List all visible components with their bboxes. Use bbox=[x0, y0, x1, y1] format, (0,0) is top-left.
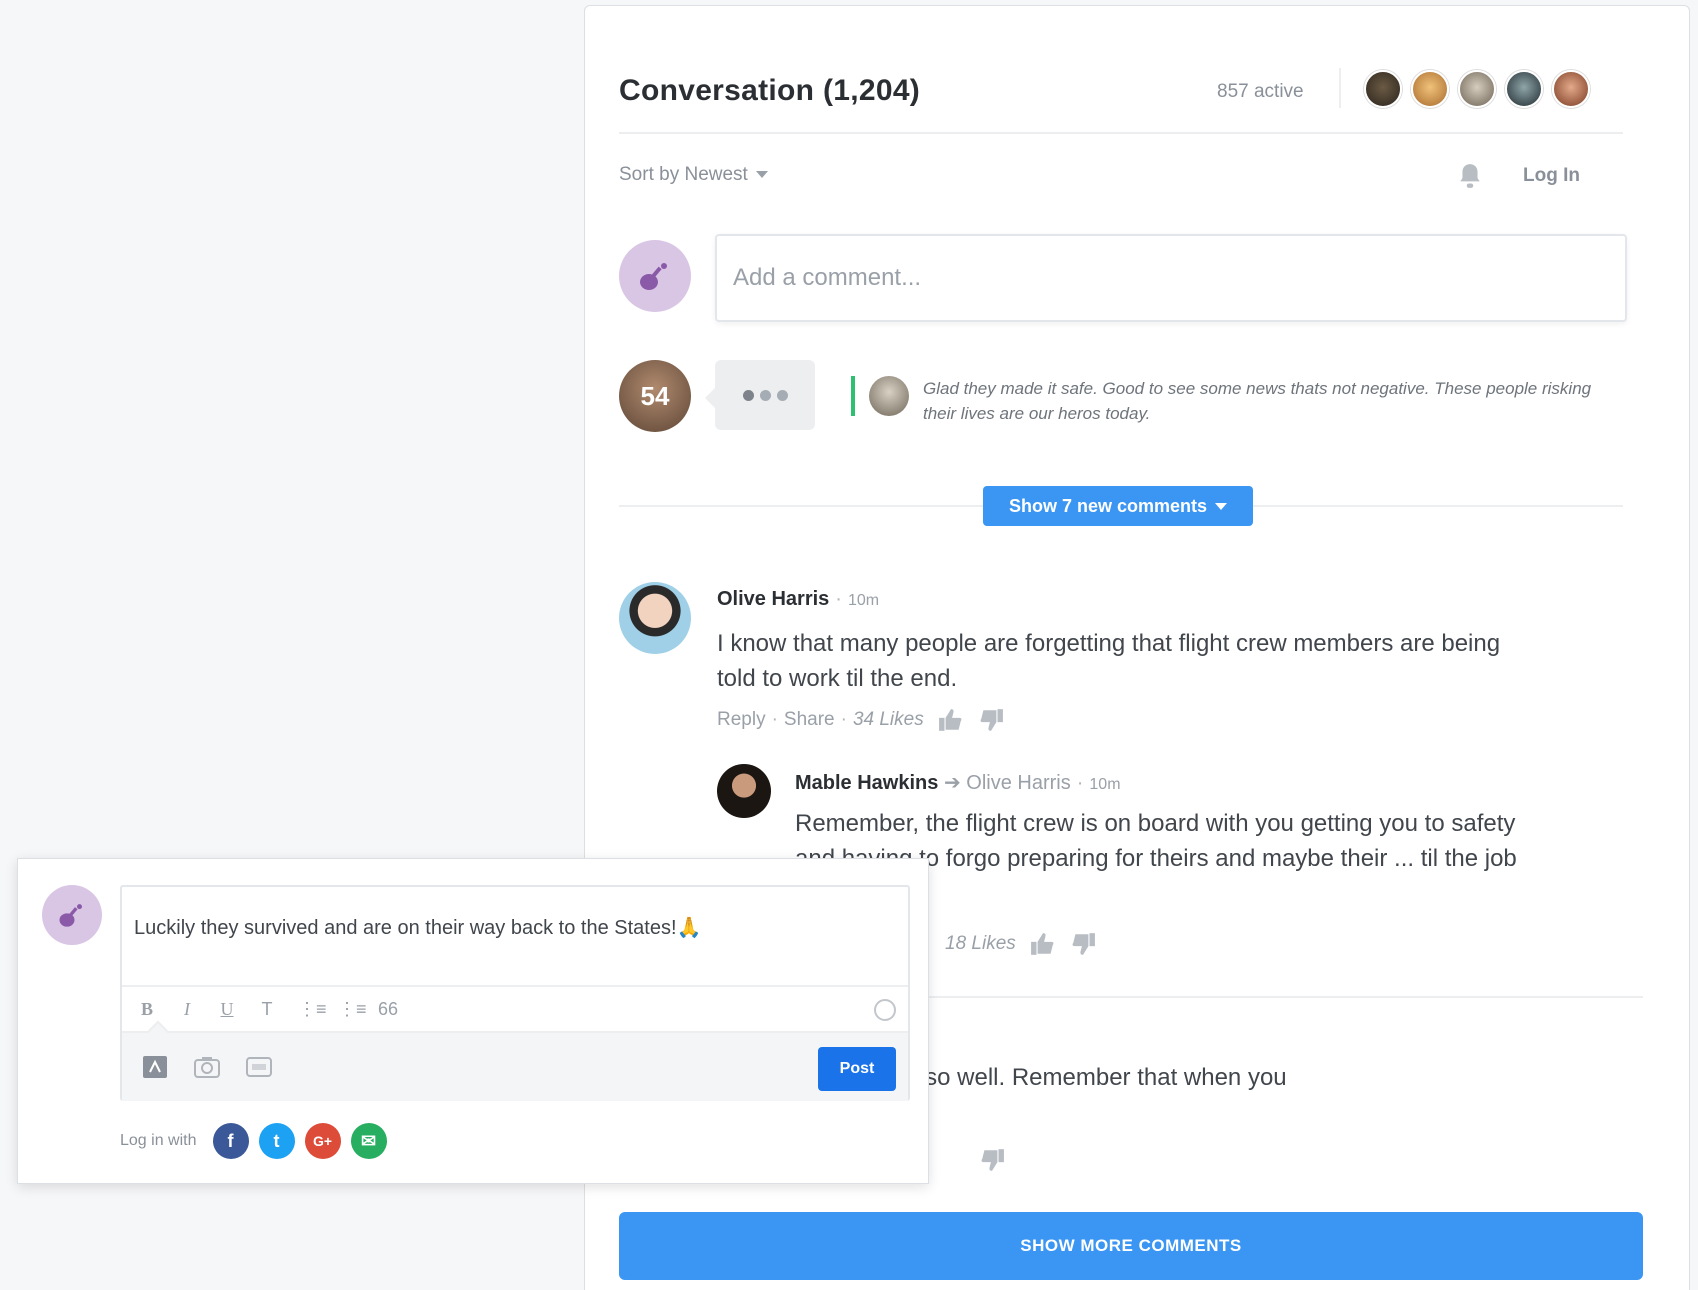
comment-header: Mable Hawkins ➔ Olive Harris · 10m bbox=[795, 770, 1121, 795]
live-preview-bar bbox=[851, 376, 855, 416]
reply-editor: Luckily they survived and are on their w… bbox=[120, 885, 910, 1101]
likes-count: 34 Likes bbox=[852, 709, 924, 730]
separator: · bbox=[835, 588, 842, 610]
avatar[interactable] bbox=[1552, 70, 1590, 108]
typing-dot bbox=[776, 389, 788, 401]
sort-row: Sort by Newest Log In bbox=[619, 156, 1623, 196]
emoji-icon[interactable] bbox=[874, 999, 896, 1021]
twitter-icon[interactable]: t bbox=[258, 1123, 295, 1159]
typing-dot bbox=[759, 389, 771, 401]
separator: · bbox=[840, 709, 847, 730]
quote-button[interactable]: 66 bbox=[378, 999, 398, 1020]
share-link[interactable]: Share bbox=[784, 709, 835, 731]
thumbs-up-icon[interactable] bbox=[1030, 932, 1056, 956]
social-login: Log in with f t G+ ✉ bbox=[120, 1123, 387, 1159]
facebook-icon[interactable]: f bbox=[212, 1123, 249, 1159]
comment-author[interactable]: Olive Harris bbox=[717, 588, 829, 610]
italic-button[interactable]: I bbox=[178, 999, 196, 1020]
thumbs-down-icon[interactable] bbox=[1070, 932, 1096, 956]
avatar bbox=[619, 240, 691, 312]
typing-dot bbox=[742, 389, 754, 401]
guitar-icon bbox=[59, 904, 82, 927]
avatar[interactable] bbox=[1458, 70, 1496, 108]
bell-icon[interactable] bbox=[1457, 162, 1483, 190]
bullet-list-button[interactable]: ⋮≡ bbox=[338, 999, 367, 1020]
avatar bbox=[869, 376, 909, 416]
show-new-comments-button[interactable]: Show 7 new comments bbox=[983, 486, 1253, 526]
likes-count: 18 Likes bbox=[945, 933, 1016, 954]
underline-button[interactable]: U bbox=[218, 999, 236, 1020]
typing-avatar: 54 bbox=[619, 360, 691, 432]
format-toolbar: B I U T ⋮≡ ⋮≡ 66 bbox=[122, 985, 908, 1031]
thumbs-down-icon[interactable] bbox=[978, 708, 1004, 732]
typing-preview-text: Glad they made it safe. Good to see some… bbox=[923, 379, 1592, 423]
comment-time: 10m bbox=[847, 592, 880, 609]
comment-actions: Reply · Share · 34 Likes bbox=[717, 708, 1004, 732]
typing-bubble bbox=[705, 360, 815, 430]
thumbs-up-icon[interactable] bbox=[938, 708, 964, 732]
thumbs-down-icon[interactable] bbox=[979, 1148, 1005, 1172]
google-plus-icon[interactable]: G+ bbox=[304, 1123, 341, 1159]
show-more-comments-button[interactable]: SHOW MORE COMMENTS bbox=[619, 1212, 1643, 1280]
comment: Olive Harris · 10m I know that many people… bbox=[619, 582, 1623, 742]
sort-dropdown[interactable]: Sort by Newest bbox=[619, 164, 768, 186]
active-count: 857 active bbox=[1217, 81, 1304, 102]
page-title: Conversation (1,204) bbox=[619, 74, 921, 107]
post-button[interactable]: Post bbox=[818, 1047, 896, 1091]
comment-body: I know that many people are forgetting t… bbox=[717, 630, 1501, 692]
reply-to-author[interactable]: Olive Harris bbox=[966, 772, 1070, 794]
bold-button[interactable]: B bbox=[138, 999, 156, 1020]
avatar[interactable] bbox=[1505, 70, 1543, 108]
separator: · bbox=[771, 709, 778, 730]
reply-editor-popup: Luckily they survived and are on their w… bbox=[17, 858, 929, 1184]
media-bar: Post bbox=[122, 1031, 908, 1101]
avatar[interactable] bbox=[717, 764, 771, 818]
chevron-down-icon bbox=[755, 171, 768, 179]
comment-composer: Add a comment... bbox=[619, 230, 1627, 322]
reply-arrow-icon: ➔ bbox=[943, 772, 967, 794]
comment-author[interactable]: Mable Hawkins bbox=[795, 772, 938, 794]
typing-count: 54 bbox=[640, 380, 670, 411]
sort-label: Sort by Newest bbox=[619, 164, 748, 185]
guitar-icon bbox=[640, 263, 667, 290]
conversation-header: Conversation (1,204) 857 active bbox=[619, 54, 1623, 134]
new-comments-row: Show 7 new comments bbox=[619, 486, 1623, 526]
show-new-label: Show 7 new comments bbox=[1008, 495, 1208, 516]
avatar[interactable] bbox=[1364, 70, 1402, 108]
email-icon[interactable]: ✉ bbox=[350, 1123, 387, 1159]
avatar bbox=[42, 885, 102, 945]
camera-icon[interactable] bbox=[194, 1055, 220, 1079]
login-with-label: Log in with bbox=[120, 1132, 197, 1149]
comment-input[interactable]: Add a comment... bbox=[715, 234, 1627, 322]
reply-input[interactable]: Luckily they survived and are on their w… bbox=[134, 915, 701, 940]
typing-indicator: 54 Glad they made it safe. Good to see s… bbox=[619, 360, 1623, 436]
comment-header: Olive Harris · 10m bbox=[717, 588, 879, 611]
ordered-list-button[interactable]: ⋮≡ bbox=[298, 999, 327, 1020]
avatar[interactable] bbox=[1411, 70, 1449, 108]
text-size-button[interactable]: T bbox=[258, 999, 276, 1020]
active-users-avatars bbox=[1364, 70, 1590, 108]
reply-link[interactable]: Reply bbox=[717, 709, 766, 731]
avatar[interactable] bbox=[619, 582, 691, 654]
gif-icon[interactable] bbox=[246, 1055, 272, 1079]
header-divider bbox=[1339, 68, 1341, 108]
chevron-down-icon bbox=[1215, 502, 1228, 510]
login-link[interactable]: Log In bbox=[1523, 165, 1580, 187]
comment-time: 10m bbox=[1089, 776, 1121, 793]
separator: · bbox=[1076, 772, 1084, 794]
text-image-icon[interactable] bbox=[142, 1055, 168, 1079]
